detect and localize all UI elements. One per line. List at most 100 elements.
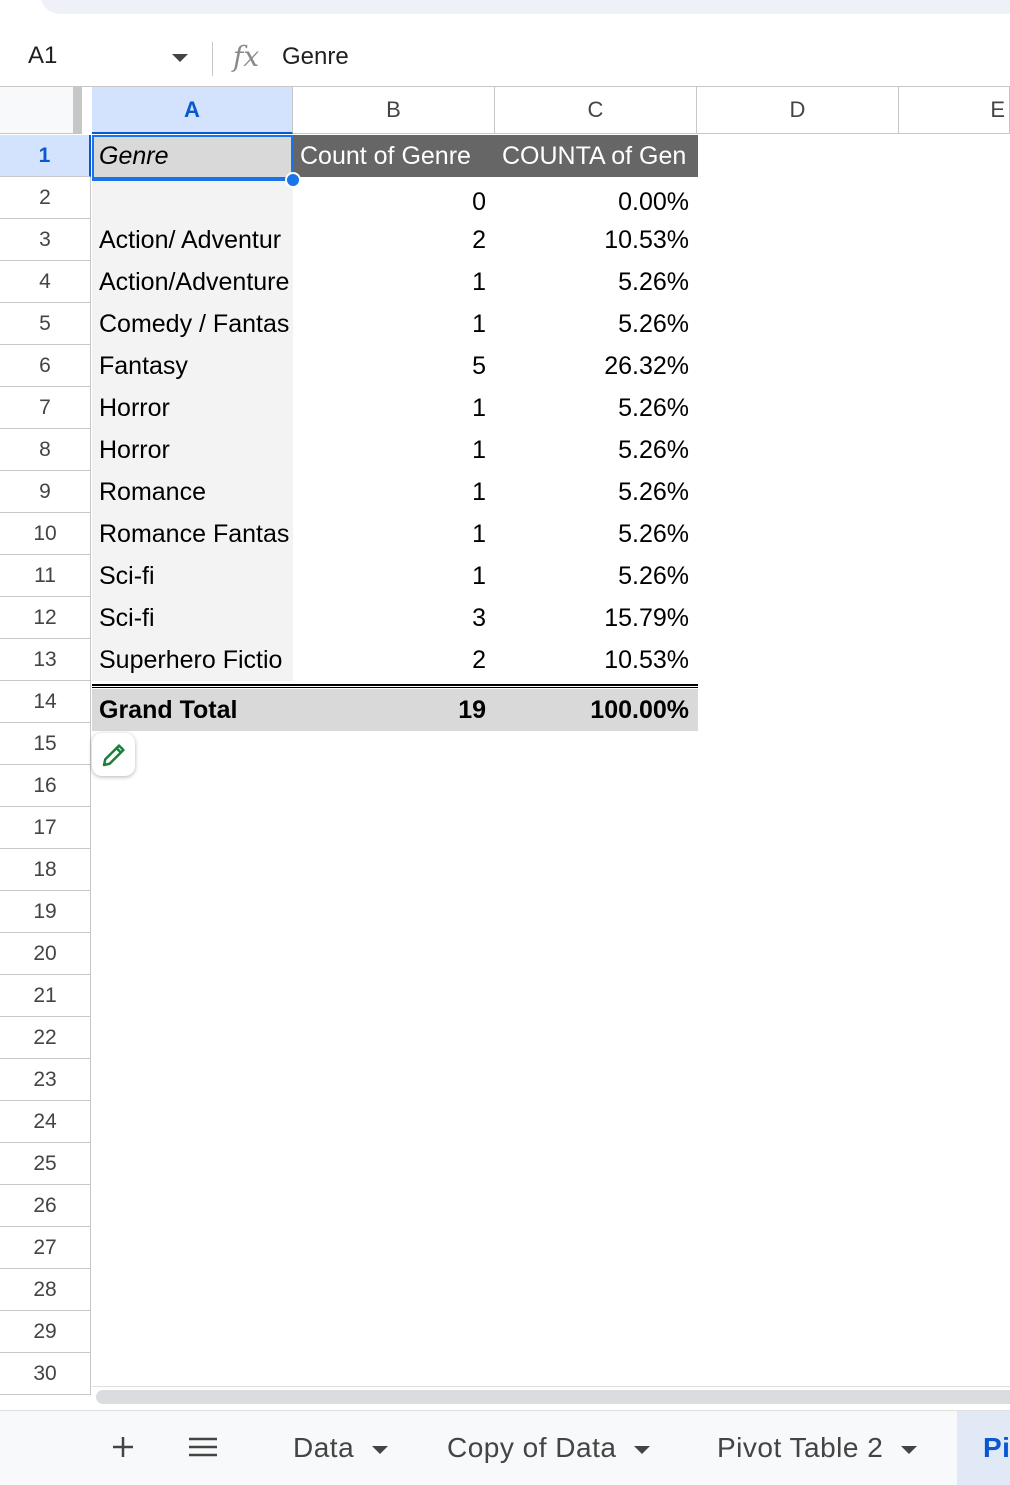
toolbar-pill [40,0,1010,14]
row-header-18[interactable]: 18 [0,849,91,891]
pivot-row-count[interactable]: 1 [293,387,495,429]
pivot-row-genre[interactable]: Horror [92,387,293,429]
row-header-5[interactable]: 5 [0,303,91,345]
pivot-row-count[interactable]: 1 [293,555,495,597]
column-header-e[interactable]: E [899,87,1010,134]
pivot-row-count[interactable]: 1 [293,471,495,513]
pivot-row-genre[interactable]: Romance Fantas [92,513,293,555]
row-header-8[interactable]: 8 [0,429,91,471]
name-box[interactable]: A1 [28,42,57,70]
pencil-icon [102,743,125,766]
column-header-a[interactable]: A [92,87,293,134]
row-header-11[interactable]: 11 [0,555,91,597]
pivot-row-percent[interactable]: 5.26% [495,429,698,471]
pivot-row-count[interactable]: 1 [293,261,495,303]
pivot-row-percent[interactable]: 10.53% [495,219,698,261]
row-header-3[interactable]: 3 [0,219,91,261]
edit-pivot-button[interactable] [92,733,135,776]
row-header-27[interactable]: 27 [0,1227,91,1269]
row-header-22[interactable]: 22 [0,1017,91,1059]
row-header-1[interactable]: 1 [0,135,91,177]
row-header-21[interactable]: 21 [0,975,91,1017]
row-header-24[interactable]: 24 [0,1101,91,1143]
formula-bar-divider [212,42,213,76]
pivot-row-count[interactable]: 2 [293,639,495,681]
pivot-row-percent[interactable]: 5.26% [495,261,698,303]
scrollbar-thumb[interactable] [96,1390,1010,1404]
pivot-row-percent[interactable]: 0.00% [495,181,698,223]
row-header-9[interactable]: 9 [0,471,91,513]
row-header-13[interactable]: 13 [0,639,91,681]
row-header-28[interactable]: 28 [0,1269,91,1311]
row-header-12[interactable]: 12 [0,597,91,639]
pivot-row-count[interactable]: 0 [293,181,495,223]
grand-total-count[interactable]: 19 [293,689,495,731]
pivot-row-count[interactable]: 2 [293,219,495,261]
pivot-header-count[interactable]: Count of Genre [293,135,495,177]
pivot-row-percent[interactable]: 5.26% [495,303,698,345]
chevron-down-icon[interactable] [372,1446,389,1454]
pivot-row-count[interactable]: 1 [293,303,495,345]
add-sheet-button[interactable] [103,1427,143,1467]
row-header-29[interactable]: 29 [0,1311,91,1353]
row-header-7[interactable]: 7 [0,387,91,429]
pivot-row-percent[interactable]: 5.26% [495,513,698,555]
row-header-20[interactable]: 20 [0,933,91,975]
row-header-14[interactable]: 14 [0,681,91,723]
chevron-down-icon[interactable] [901,1446,918,1454]
chevron-down-icon[interactable] [634,1446,651,1454]
all-sheets-button[interactable] [183,1427,223,1467]
column-header-b[interactable]: B [293,87,495,134]
pivot-row-genre[interactable]: Superhero Fictio [92,639,293,681]
pivot-row-percent[interactable]: 10.53% [495,639,698,681]
pivot-row-count[interactable]: 3 [293,597,495,639]
pivot-row-genre[interactable]: Romance [92,471,293,513]
pivot-row-percent[interactable]: 26.32% [495,345,698,387]
row-header-17[interactable]: 17 [0,807,91,849]
horizontal-scrollbar[interactable] [92,1386,1010,1409]
pivot-row-count[interactable]: 1 [293,429,495,471]
select-all-corner[interactable] [0,87,82,134]
pivot-row-genre[interactable]: Horror [92,429,293,471]
pivot-row-genre[interactable]: Fantasy [92,345,293,387]
sheet-tab-copy-of-data[interactable]: Copy of Data [447,1411,651,1485]
sheet-tab-data[interactable]: Data [293,1411,389,1485]
pivot-row-percent[interactable]: 15.79% [495,597,698,639]
pivot-row-genre[interactable]: Comedy / Fantas [92,303,293,345]
hamburger-icon [189,1437,217,1457]
fx-icon: fx [233,40,260,73]
pivot-row-count[interactable]: 1 [293,513,495,555]
pivot-row-percent[interactable]: 5.26% [495,471,698,513]
row-header-10[interactable]: 10 [0,513,91,555]
pivot-row-genre[interactable]: Action/Adventure [92,261,293,303]
row-header-4[interactable]: 4 [0,261,91,303]
pivot-row-percent[interactable]: 5.26% [495,555,698,597]
name-box-dropdown-icon[interactable] [172,54,188,62]
row-header-6[interactable]: 6 [0,345,91,387]
selection-fill-handle[interactable] [285,172,301,188]
row-header-16[interactable]: 16 [0,765,91,807]
column-header-c[interactable]: C [495,87,697,134]
formula-input[interactable]: Genre [282,43,349,71]
pivot-row-genre[interactable]: Sci-fi [92,597,293,639]
pivot-row-count[interactable]: 5 [293,345,495,387]
row-header-19[interactable]: 19 [0,891,91,933]
formula-bar: A1 fx Genre [0,30,1010,87]
row-header-15[interactable]: 15 [0,723,91,765]
row-header-30[interactable]: 30 [0,1353,91,1395]
grand-total-label[interactable]: Grand Total [92,689,293,731]
sheet-tab-pivot-table-2[interactable]: Pivot Table 2 [717,1411,918,1485]
row-header-25[interactable]: 25 [0,1143,91,1185]
column-header-d[interactable]: D [697,87,899,134]
pivot-row-percent[interactable]: 5.26% [495,387,698,429]
pivot-header-counta[interactable]: COUNTA of Gen [495,135,698,177]
grand-total-percent[interactable]: 100.00% [495,689,698,731]
row-header-23[interactable]: 23 [0,1059,91,1101]
row-header-26[interactable]: 26 [0,1185,91,1227]
pivot-row-genre[interactable] [92,181,293,223]
row-header-2[interactable]: 2 [0,177,91,219]
pivot-row-genre[interactable]: Action/ Adventur [92,219,293,261]
sheet-tab-active[interactable]: Pi [957,1411,1010,1485]
top-toolbar-edge [0,0,1010,30]
pivot-row-genre[interactable]: Sci-fi [92,555,293,597]
